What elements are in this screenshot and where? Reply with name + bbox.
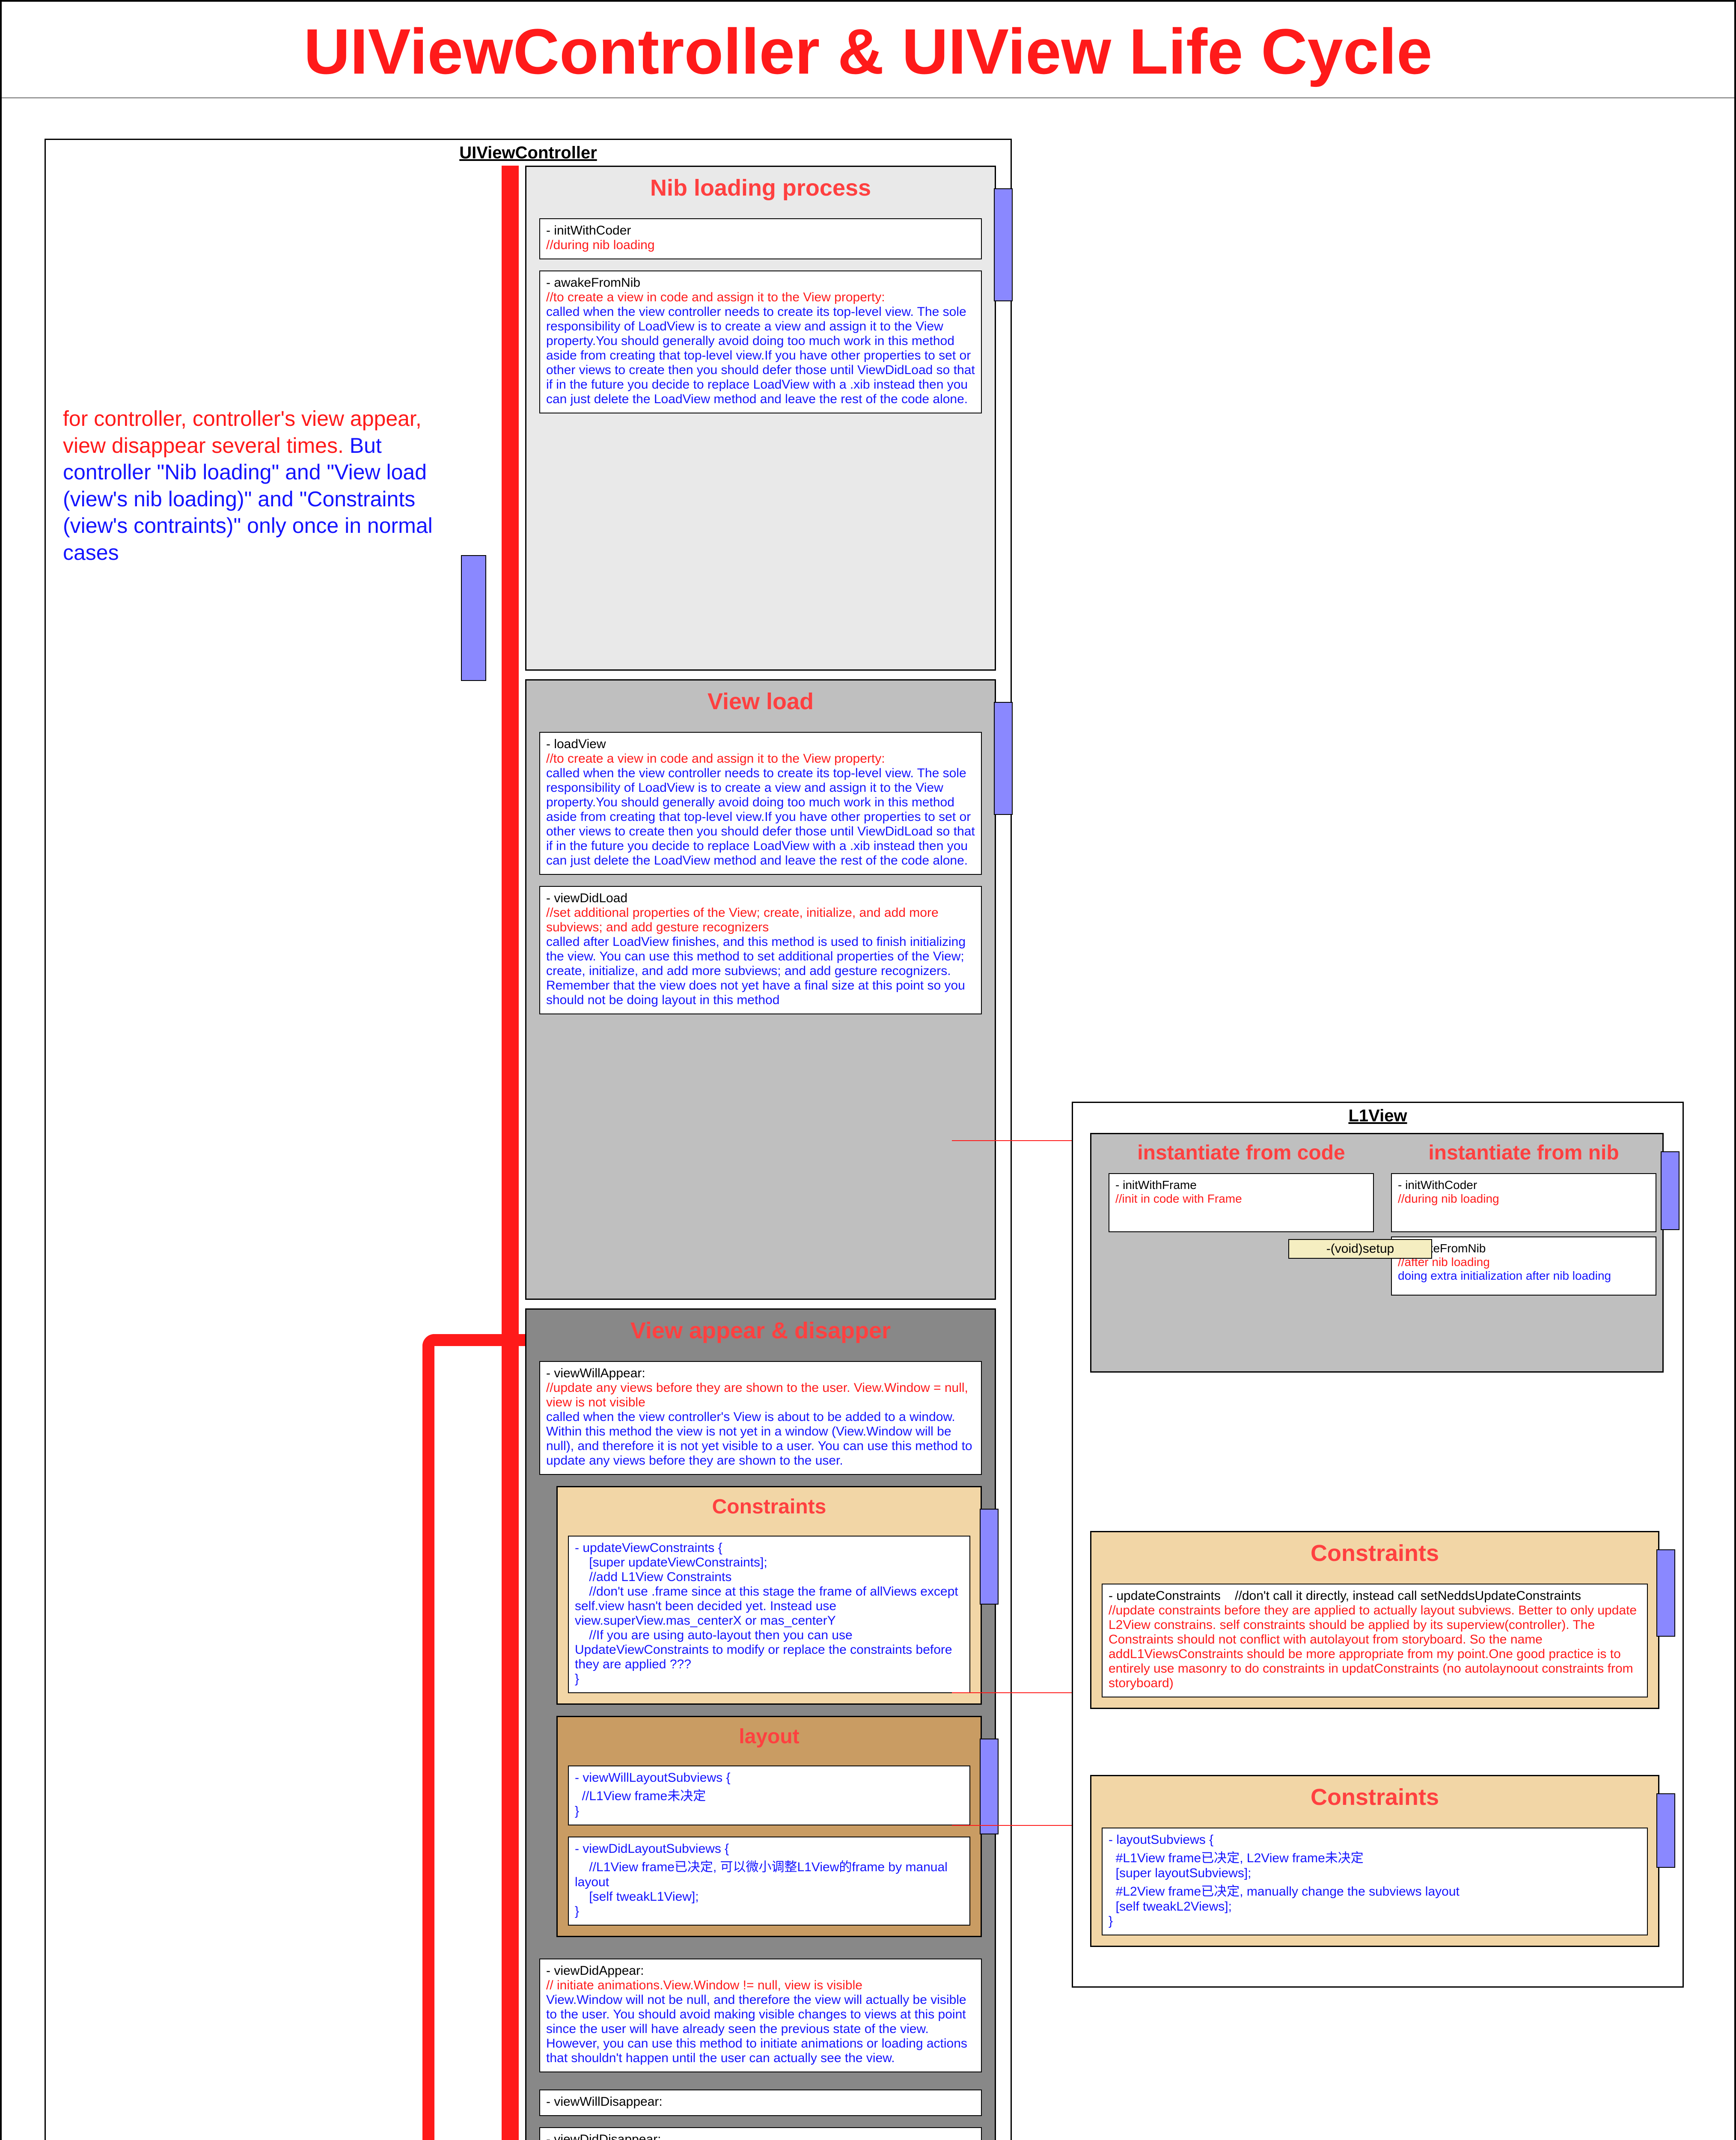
method-viewdidload: - viewDidLoad //set additional propertie… [539, 886, 982, 1014]
main-title: UIViewController & UIView Life Cycle [2, 2, 1734, 98]
method-initwithcoder: - initWithCoder //during nib loading [1391, 1173, 1656, 1232]
method-body: - viewDidLayoutSubviews { //L1View frame… [575, 1842, 963, 1919]
method-comment: //to create a view in code and assign it… [546, 290, 975, 305]
method-name: - viewDidAppear: [546, 1964, 975, 1978]
method-body: - updateViewConstraints { [super updateV… [575, 1541, 963, 1686]
section-title: layout [568, 1717, 970, 1754]
method-comment: //init in code with Frame [1115, 1192, 1367, 1206]
marker [1661, 1151, 1680, 1230]
method-name: - loadView [546, 737, 975, 752]
loop-arrow [422, 1334, 538, 2140]
section-title: Nib loading process [539, 167, 982, 207]
method-awakefromnib: - awakeFromNib //to create a view in cod… [539, 270, 982, 413]
section-constraints: Constraints - updateViewConstraints { [s… [556, 1486, 982, 1705]
method-comment: //update constraints before they are app… [1109, 1603, 1641, 1691]
method-name: - initWithCoder [1398, 1178, 1650, 1192]
section-title: Constraints [1102, 1776, 1648, 1816]
method-updateconstraints: - updateConstraints //don't call it dire… [1102, 1584, 1648, 1697]
col-from-code: instantiate from code - initWithFrame //… [1109, 1142, 1374, 1232]
section-title: View appear & disapper [539, 1310, 982, 1350]
section-title: Constraints [568, 1487, 970, 1525]
section-load: View load - loadView //to create a view … [525, 679, 996, 1300]
uiviewcontroller-label: UIViewController [46, 140, 1011, 166]
l1view-box: L1View instantiate from code - initWithF… [1072, 1102, 1684, 1988]
connector-line [952, 1140, 1089, 1141]
method-comment: //update any views before they are shown… [546, 1381, 975, 1410]
l1view-label: L1View [1073, 1103, 1682, 1129]
method-initwithcoder: - initWithCoder //during nib loading [539, 218, 982, 259]
method-name: - awakeFromNib [546, 276, 975, 290]
method-layoutsubviews: - layoutSubviews { #L1View frame已决定, L2V… [1102, 1828, 1648, 1935]
method-name: - awakeFromNib [1398, 1242, 1650, 1255]
method-name: - viewDidDisappear: [546, 2132, 975, 2140]
marker [1656, 1549, 1675, 1637]
method-name: - viewDidLoad [546, 891, 975, 906]
method-comment: // initiate animations.View.Window != nu… [546, 1978, 975, 1993]
method-viewdidappear: - viewDidAppear: // initiate animations.… [539, 1959, 982, 2072]
uiviewcontroller-box: UIViewController for controller, control… [45, 139, 1012, 2140]
section-instantiate: instantiate from code - initWithFrame //… [1090, 1133, 1664, 1373]
section-nib: Nib loading process - initWithCoder //du… [525, 166, 996, 671]
col-title: instantiate from nib [1391, 1142, 1656, 1169]
method-comment: //set additional properties of the View;… [546, 906, 975, 935]
method-desc: called when the view controller's View i… [546, 1410, 975, 1468]
marker [980, 1509, 999, 1605]
method-comment: //after nib loading [1398, 1255, 1650, 1269]
method-desc: called when the view controller needs to… [546, 766, 975, 868]
marker [1656, 1793, 1675, 1868]
method-desc: View.Window will not be null, and theref… [546, 1993, 975, 2066]
method-viewdiddisappear: - viewDidDisappear: [539, 2127, 982, 2140]
marker [994, 702, 1013, 815]
method-loadview: - loadView //to create a view in code an… [539, 732, 982, 875]
marker [994, 188, 1013, 301]
marker [980, 1739, 999, 1834]
method-viewwillappear: - viewWillAppear: //update any views bef… [539, 1361, 982, 1475]
method-setup: -(void)setup [1288, 1239, 1432, 1259]
method-name: - viewWillDisappear: [546, 2095, 975, 2109]
method-name: - initWithCoder [546, 223, 975, 238]
method-comment: //during nib loading [1398, 1192, 1650, 1206]
method-name: - viewWillAppear: [546, 1366, 975, 1381]
method-viewdidlayout: - viewDidLayoutSubviews { //L1View frame… [568, 1837, 970, 1926]
section-appear: View appear & disapper - viewWillAppear:… [525, 1308, 996, 2140]
col-from-nib: instantiate from nib - initWithCoder //d… [1391, 1142, 1656, 1296]
section-constraints-view-2: Constraints - layoutSubviews { #L1View f… [1090, 1775, 1659, 1947]
diagram-page: UIViewController & UIView Life Cycle UIV… [0, 0, 1736, 2140]
side-note: for controller, controller's view appear… [63, 405, 452, 566]
method-viewwilllayout: - viewWillLayoutSubviews { //L1View fram… [568, 1766, 970, 1825]
section-constraints-view-1: Constraints - updateConstraints //don't … [1090, 1531, 1659, 1709]
section-title: Constraints [1102, 1532, 1648, 1572]
method-body: - viewWillLayoutSubviews { //L1View fram… [575, 1771, 963, 1819]
method-desc: doing extra initialization after nib loa… [1398, 1269, 1650, 1283]
method-viewwilldisappear: - viewWillDisappear: [539, 2089, 982, 2116]
method-name: - updateConstraints //don't call it dire… [1109, 1589, 1641, 1603]
method-body: - layoutSubviews { #L1View frame已决定, L2V… [1109, 1833, 1641, 1929]
method-comment: //to create a view in code and assign it… [546, 752, 975, 766]
col-title: instantiate from code [1109, 1142, 1374, 1169]
method-desc: called after LoadView finishes, and this… [546, 935, 975, 1008]
method-desc: called when the view controller needs to… [546, 305, 975, 407]
section-layout: layout - viewWillLayoutSubviews { //L1Vi… [556, 1716, 982, 1937]
section-title: View load [539, 681, 982, 721]
method-comment: //during nib loading [546, 238, 975, 253]
method-name: - initWithFrame [1115, 1178, 1367, 1192]
side-marker [461, 555, 486, 681]
method-initwithframe: - initWithFrame //init in code with Fram… [1109, 1173, 1374, 1232]
method-updateviewconstraints: - updateViewConstraints { [super updateV… [568, 1536, 970, 1693]
